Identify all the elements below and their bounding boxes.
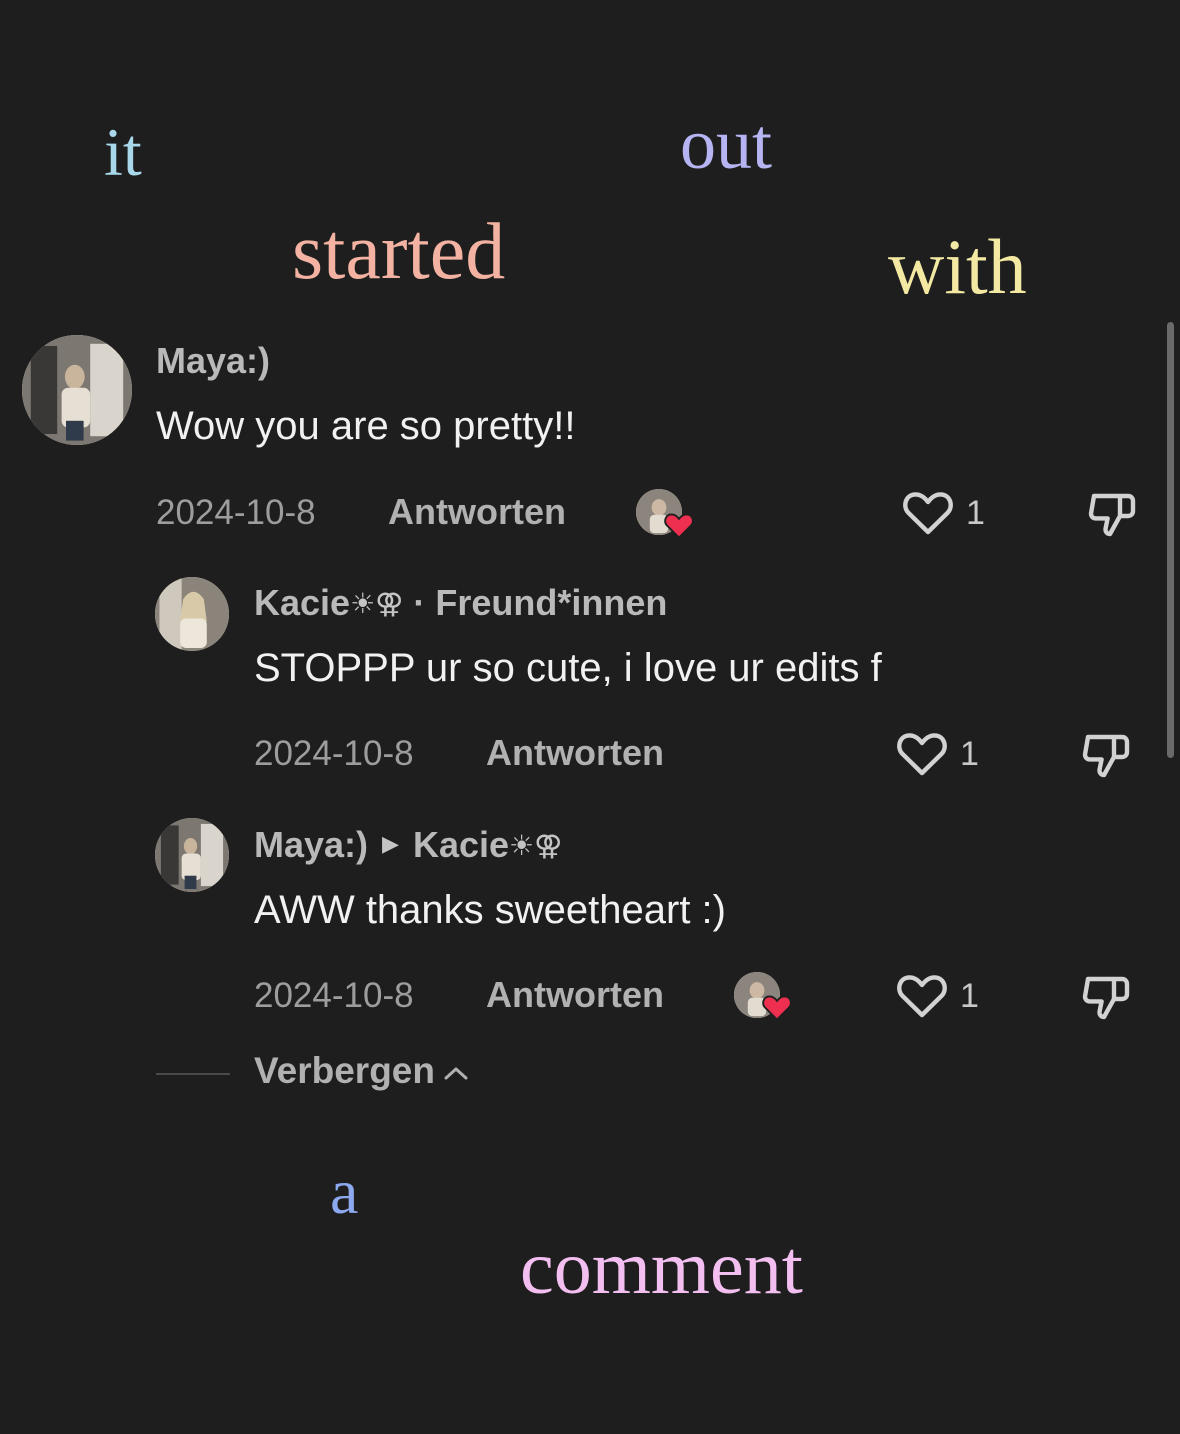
reply-button[interactable]: Antworten (486, 732, 664, 774)
username-symbols: ☀⚢ (509, 830, 563, 861)
heart-outline-icon (897, 733, 947, 776)
hide-replies-label[interactable]: Verbergen (254, 1050, 435, 1091)
comment-date: 2024-10-8 (254, 734, 414, 773)
like-button[interactable]: 1 (896, 973, 979, 1019)
comment-username[interactable]: Maya:) (156, 340, 270, 382)
like-button[interactable]: 1 (902, 490, 985, 536)
like-count: 1 (960, 734, 979, 773)
like-count: 1 (960, 976, 979, 1015)
thumbs-down-icon[interactable] (1086, 488, 1138, 540)
reply-button[interactable]: Antworten (486, 974, 664, 1016)
heart-badge-icon (762, 995, 792, 1021)
overlay-word-comment: comment (520, 1226, 803, 1310)
scrollbar[interactable] (1167, 322, 1174, 758)
avatar[interactable] (155, 577, 229, 651)
like-button[interactable]: 1 (896, 731, 979, 777)
avatar[interactable] (155, 818, 229, 892)
overlay-word-with: with (888, 223, 1027, 310)
heart-badge-icon (664, 513, 694, 539)
comment-text: AWW thanks sweetheart :) (254, 888, 726, 932)
username-separator: · (413, 582, 426, 623)
avatar[interactable] (22, 335, 132, 445)
reply-to-username[interactable]: Kacie (413, 824, 509, 865)
comment-text: STOPPP ur so cute, i love ur edits f (254, 646, 882, 690)
thumbs-down-icon[interactable] (1080, 971, 1132, 1023)
thumbs-down-icon[interactable] (1080, 729, 1132, 781)
hide-replies-button[interactable]: Verbergen (254, 1050, 471, 1092)
comment-date: 2024-10-8 (156, 493, 316, 532)
comment-date: 2024-10-8 (254, 976, 414, 1015)
overlay-word-a: a (330, 1156, 359, 1227)
comment-text: Wow you are so pretty!! (156, 404, 576, 448)
triangle-right-icon: ▶ (382, 831, 399, 857)
hide-replies-divider (156, 1073, 230, 1075)
overlay-word-out: out (680, 104, 773, 184)
comment-username[interactable]: Kacie☀⚢ · Freund*innen (254, 582, 667, 624)
heart-outline-icon (897, 975, 947, 1018)
overlay-word-started: started (292, 208, 506, 296)
reply-button[interactable]: Antworten (388, 491, 566, 533)
chevron-up-icon (444, 1067, 468, 1080)
like-count: 1 (966, 493, 985, 532)
username-text[interactable]: Maya:) (254, 824, 368, 865)
relation-label: Freund*innen (435, 582, 668, 623)
heart-outline-icon (903, 492, 953, 535)
comment-username[interactable]: Maya:) ▶ Kacie☀⚢ (254, 824, 562, 866)
username-symbols: ☀⚢ (350, 588, 404, 619)
overlay-word-it: it (104, 114, 142, 190)
username-text[interactable]: Kacie (254, 582, 350, 623)
